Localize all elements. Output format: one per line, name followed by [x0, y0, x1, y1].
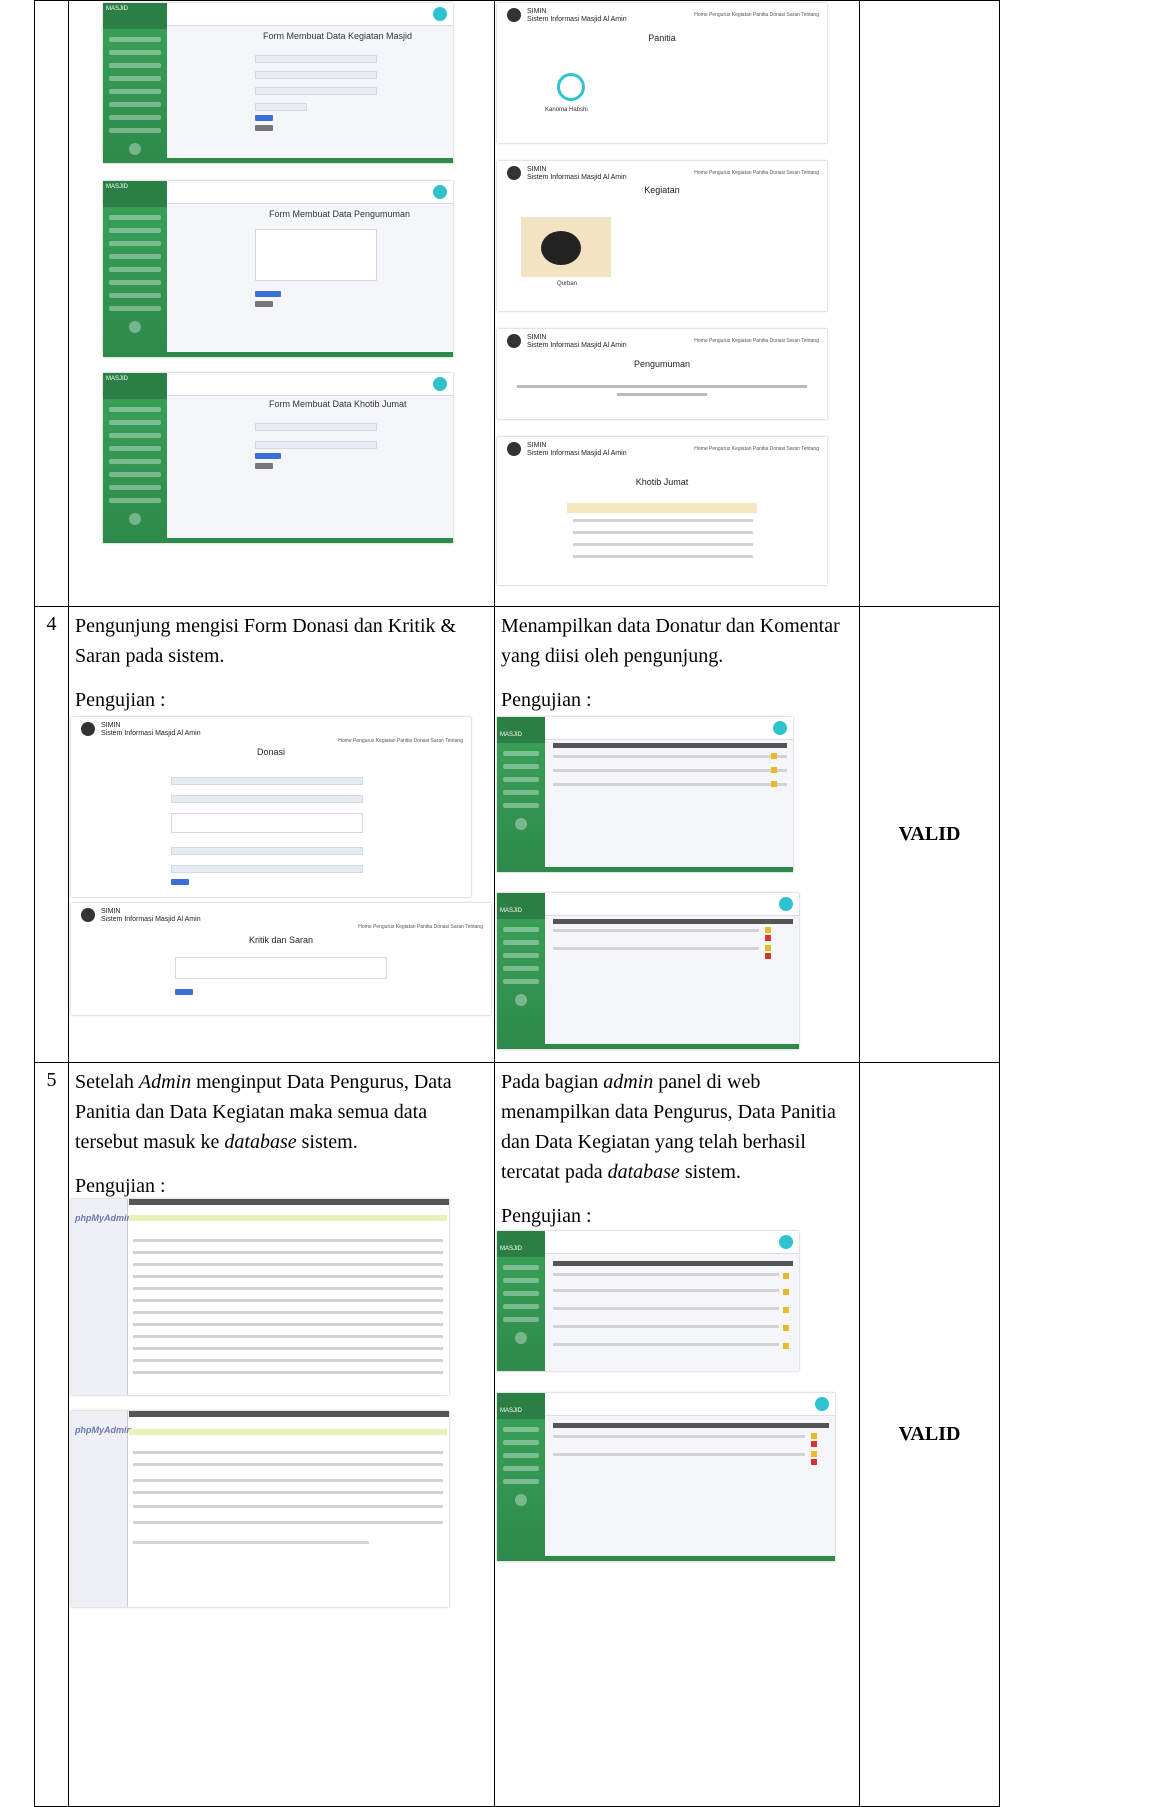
- table-row: 5 Setelah Admin menginput Data Pengurus,…: [34, 1062, 1000, 1807]
- pengujian-label: Pengujian :: [75, 689, 166, 711]
- table-row: 4 Pengunjung mengisi Form Donasi dan Kri…: [34, 606, 1000, 1063]
- avatar-icon: [433, 185, 447, 199]
- pengujian-label: Pengujian :: [75, 1175, 166, 1197]
- form-title: Form Membuat Data Kegiatan Masjid: [263, 31, 413, 41]
- form-title: Form Membuat Data Khotib Jumat: [269, 399, 407, 409]
- avatar-icon: [433, 377, 447, 391]
- screenshot-pengurus-admin: MASJID: [497, 1231, 799, 1371]
- test-table: MASJID Form Membuat Data Kegiatan Masjid…: [34, 0, 1000, 1807]
- screenshot-donasi: SIMIN Sistem Informasi Masjid Al Amin Home…: [71, 717, 471, 897]
- screenshot-form-pengumuman: MASJID Form Membuat Data Pengumuman: [103, 181, 453, 357]
- output-cell: Pada bagian admin panel di web menampilk…: [494, 1062, 860, 1807]
- output-description: Pada bagian admin panel di web menampilk…: [501, 1071, 836, 1183]
- pengujian-label: Pengujian :: [501, 1205, 592, 1227]
- output-cell: SIMIN Sistem Informasi Masjid Al Amin Home…: [494, 0, 860, 607]
- screenshot-komentar-admin: MASJID: [497, 893, 799, 1049]
- screenshot-pengumuman: SIMIN Sistem Informasi Masjid Al Amin Home…: [497, 329, 827, 419]
- form-title: Form Membuat Data Pengumuman: [269, 209, 411, 219]
- row-number: 5: [34, 1062, 69, 1807]
- screenshot-khotib: SIMIN Sistem Informasi Masjid Al Amin Home…: [497, 437, 827, 585]
- row-number-cell: [34, 0, 69, 607]
- input-cell: Setelah Admin menginput Data Pengurus, D…: [68, 1062, 495, 1807]
- pengujian-label: Pengujian :: [501, 689, 592, 711]
- screenshot-phpmyadmin-1: phpMyAdmin: [71, 1199, 449, 1395]
- table-row: MASJID Form Membuat Data Kegiatan Masjid…: [34, 0, 1000, 607]
- screenshot-kegiatan: SIMIN Sistem Informasi Masjid Al Amin Home…: [497, 161, 827, 311]
- output-cell: Menampilkan data Donatur dan Komentar ya…: [494, 606, 860, 1063]
- avatar-icon: [433, 7, 447, 21]
- input-cell: Pengunjung mengisi Form Donasi dan Kriti…: [68, 606, 495, 1063]
- screenshot-donatur-admin: MASJID: [497, 717, 793, 872]
- input-description: Setelah Admin menginput Data Pengurus, D…: [75, 1071, 452, 1153]
- status-valid: VALID: [859, 606, 1000, 1063]
- status-valid: VALID: [859, 1062, 1000, 1807]
- screenshot-form-kegiatan: MASJID Form Membuat Data Kegiatan Masjid: [103, 3, 453, 163]
- screenshot-panitia: SIMIN Sistem Informasi Masjid Al Amin Home…: [497, 3, 827, 143]
- screenshot-kritik-saran: SIMIN Sistem Informasi Masjid Al Amin Home…: [71, 903, 491, 1015]
- status-cell: [859, 0, 1000, 607]
- screenshot-phpmyadmin-2: phpMyAdmin: [71, 1411, 449, 1607]
- row-number: 4: [34, 606, 69, 1063]
- output-description: Menampilkan data Donatur dan Komentar ya…: [501, 615, 840, 667]
- screenshot-panitia-admin: MASJID: [497, 1393, 835, 1561]
- input-cell: MASJID Form Membuat Data Kegiatan Masjid…: [68, 0, 495, 607]
- input-description: Pengunjung mengisi Form Donasi dan Kriti…: [75, 615, 457, 667]
- screenshot-form-khotib: MASJID Form Membuat Data Khotib Jumat: [103, 373, 453, 543]
